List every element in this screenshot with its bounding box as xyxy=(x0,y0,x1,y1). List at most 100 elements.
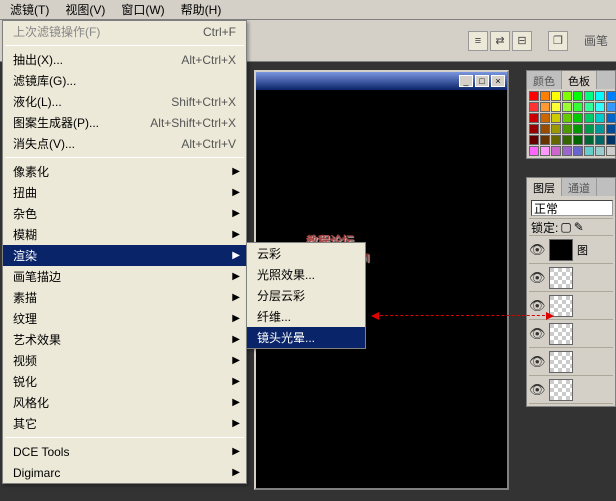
swatch[interactable] xyxy=(562,146,572,156)
swatch[interactable] xyxy=(562,91,572,101)
menubar-item[interactable]: 滤镜(T) xyxy=(2,0,57,20)
swatch[interactable] xyxy=(606,135,616,145)
swatch[interactable] xyxy=(551,91,561,101)
tab-channels[interactable]: 通道 xyxy=(562,178,597,196)
menu-item[interactable]: 云彩 xyxy=(247,243,365,264)
tab-swatches[interactable]: 色板 xyxy=(562,71,597,89)
menu-item[interactable]: 渲染▶ xyxy=(3,245,246,266)
swatch[interactable] xyxy=(595,146,605,156)
menubar-item[interactable]: 窗口(W) xyxy=(113,0,172,20)
swatch[interactable] xyxy=(573,124,583,134)
swatch[interactable] xyxy=(595,135,605,145)
swatch[interactable] xyxy=(551,102,561,112)
menu-item[interactable]: 纹理▶ xyxy=(3,308,246,329)
swatch[interactable] xyxy=(529,102,539,112)
menu-item[interactable]: 锐化▶ xyxy=(3,371,246,392)
visibility-icon[interactable]: 👁 xyxy=(529,270,545,286)
swatch[interactable] xyxy=(584,113,594,123)
swatch[interactable] xyxy=(551,113,561,123)
swatch[interactable] xyxy=(540,113,550,123)
lock-paint-icon[interactable]: ✎ xyxy=(574,220,584,234)
menu-item[interactable]: 画笔描边▶ xyxy=(3,266,246,287)
layer-row[interactable]: 👁 xyxy=(529,376,613,404)
visibility-icon[interactable]: 👁 xyxy=(529,382,545,398)
swatch[interactable] xyxy=(606,91,616,101)
swatch[interactable] xyxy=(551,124,561,134)
swatch[interactable] xyxy=(562,102,572,112)
menu-item[interactable]: Digimarc▶ xyxy=(3,462,246,483)
swatch[interactable] xyxy=(540,102,550,112)
maximize-button[interactable]: □ xyxy=(475,75,489,87)
menu-item[interactable]: 视频▶ xyxy=(3,350,246,371)
close-button[interactable]: × xyxy=(491,75,505,87)
menu-item[interactable]: 分层云彩 xyxy=(247,285,365,306)
swatch[interactable] xyxy=(595,113,605,123)
menubar-item[interactable]: 视图(V) xyxy=(57,0,113,20)
tab-colors[interactable]: 颜色 xyxy=(527,71,562,89)
menu-item[interactable]: 素描▶ xyxy=(3,287,246,308)
menu-item[interactable]: DCE Tools▶ xyxy=(3,441,246,462)
swatch[interactable] xyxy=(540,146,550,156)
swatch[interactable] xyxy=(606,113,616,123)
menu-item[interactable]: 风格化▶ xyxy=(3,392,246,413)
swap-icon[interactable]: ⇄ xyxy=(490,31,510,51)
swatch[interactable] xyxy=(529,113,539,123)
menubar-item[interactable]: 帮助(H) xyxy=(173,0,230,20)
swatch[interactable] xyxy=(540,135,550,145)
menu-item[interactable]: 镜头光晕... xyxy=(247,327,365,348)
swatch[interactable] xyxy=(551,146,561,156)
swatch[interactable] xyxy=(573,91,583,101)
menu-item[interactable]: 艺术效果▶ xyxy=(3,329,246,350)
menu-item[interactable]: 液化(L)...Shift+Ctrl+X xyxy=(3,91,246,112)
swatch[interactable] xyxy=(529,91,539,101)
layer-row[interactable]: 👁 xyxy=(529,348,613,376)
toggle-icon[interactable]: ≡ xyxy=(468,31,488,51)
swatch[interactable] xyxy=(606,102,616,112)
tab-layers[interactable]: 图层 xyxy=(527,178,562,196)
menu-item[interactable]: 光照效果... xyxy=(247,264,365,285)
swatch[interactable] xyxy=(606,124,616,134)
menu-item[interactable]: 消失点(V)...Alt+Ctrl+V xyxy=(3,133,246,154)
align-icon[interactable]: ⊟ xyxy=(512,31,532,51)
swatch[interactable] xyxy=(562,124,572,134)
menu-item[interactable]: 扭曲▶ xyxy=(3,182,246,203)
swatch[interactable] xyxy=(529,146,539,156)
menu-item[interactable]: 纤维... xyxy=(247,306,365,327)
layer-row[interactable]: 👁图 xyxy=(529,236,613,264)
menu-item[interactable]: 杂色▶ xyxy=(3,203,246,224)
swatch[interactable] xyxy=(584,146,594,156)
swatch[interactable] xyxy=(584,135,594,145)
swatch[interactable] xyxy=(529,135,539,145)
swatch[interactable] xyxy=(595,102,605,112)
swatch[interactable] xyxy=(540,124,550,134)
visibility-icon[interactable]: 👁 xyxy=(529,326,545,342)
menu-item[interactable]: 模糊▶ xyxy=(3,224,246,245)
menu-item[interactable]: 其它▶ xyxy=(3,413,246,434)
visibility-icon[interactable]: 👁 xyxy=(529,354,545,370)
swatch[interactable] xyxy=(551,135,561,145)
swatch[interactable] xyxy=(562,113,572,123)
swatch[interactable] xyxy=(573,102,583,112)
blend-mode-select[interactable]: 正常 xyxy=(531,200,613,216)
swatch[interactable] xyxy=(573,113,583,123)
swatch[interactable] xyxy=(584,91,594,101)
visibility-icon[interactable]: 👁 xyxy=(529,242,545,258)
menu-item[interactable]: 抽出(X)...Alt+Ctrl+X xyxy=(3,49,246,70)
palette-icon[interactable]: ❐ xyxy=(548,31,568,51)
swatch[interactable] xyxy=(595,124,605,134)
minimize-button[interactable]: _ xyxy=(459,75,473,87)
swatch[interactable] xyxy=(562,135,572,145)
menu-last-filter[interactable]: 上次滤镜操作(F) Ctrl+F xyxy=(3,21,246,42)
swatch[interactable] xyxy=(540,91,550,101)
swatch[interactable] xyxy=(573,135,583,145)
swatch[interactable] xyxy=(584,124,594,134)
swatch[interactable] xyxy=(573,146,583,156)
menu-item[interactable]: 图案生成器(P)...Alt+Shift+Ctrl+X xyxy=(3,112,246,133)
layer-row[interactable]: 👁 xyxy=(529,264,613,292)
lock-transparent-icon[interactable]: ▢ xyxy=(560,220,571,234)
menu-item[interactable]: 像素化▶ xyxy=(3,161,246,182)
swatch[interactable] xyxy=(529,124,539,134)
swatch[interactable] xyxy=(606,146,616,156)
menu-item[interactable]: 滤镜库(G)... xyxy=(3,70,246,91)
layer-row[interactable]: 👁 xyxy=(529,320,613,348)
